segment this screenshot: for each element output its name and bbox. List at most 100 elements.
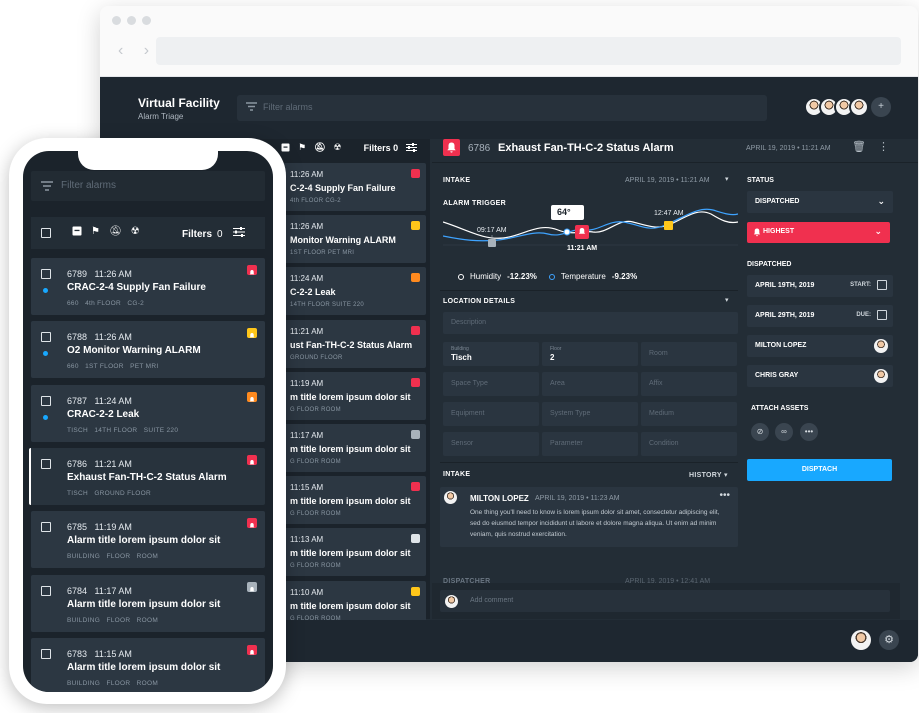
attach-file-icon[interactable]: ⊘: [751, 423, 769, 441]
alarm-checkbox[interactable]: [41, 395, 51, 406]
location-field[interactable]: Equipment: [443, 402, 539, 426]
chevron-down-icon[interactable]: ▾: [725, 175, 729, 183]
alarm-meta: 14TH FLOOR SUITE 220: [290, 302, 365, 309]
alarm-title: O2 Monitor Warning ALARM: [67, 345, 201, 357]
avatar[interactable]: [851, 630, 871, 650]
bell-off-icon[interactable]: 🔕︎: [314, 142, 325, 153]
dispatch-button[interactable]: DISPTACH: [747, 459, 892, 481]
bell-icon: [443, 139, 460, 156]
address-bar[interactable]: [156, 37, 901, 65]
hazard-icon[interactable]: ☢: [131, 226, 140, 237]
severity-badge: [247, 328, 257, 339]
location-field[interactable]: Affix: [641, 372, 737, 396]
list-item[interactable]: 11:13 AM m title lorem ipsum dolor sit G F…: [276, 528, 426, 577]
alarm-card[interactable]: 6784 11:17 AM Alarm title lorem ipsum dol…: [31, 574, 265, 632]
assignee-item[interactable]: CHRIS GRAY: [747, 365, 893, 387]
priority-select[interactable]: HIGHEST ⌄: [747, 222, 890, 243]
avatar[interactable]: [849, 97, 869, 117]
start-date-field[interactable]: APRIL 19TH, 2019 START:: [747, 275, 893, 297]
field-placeholder: Medium: [649, 410, 674, 417]
intake-section-label: INTAKE: [443, 471, 471, 478]
temperature-value: -9.23%: [611, 272, 638, 281]
location-field[interactable]: Building Tisch: [443, 342, 539, 366]
alarm-time: 11:21 AM: [290, 326, 324, 336]
add-user-icon[interactable]: +: [871, 97, 891, 117]
location-field[interactable]: Sensor: [443, 432, 539, 456]
location-field[interactable]: Room: [641, 342, 737, 366]
alarm-card[interactable]: 6783 11:15 AM Alarm title lorem ipsum dol…: [31, 637, 265, 692]
location-field[interactable]: Medium: [641, 402, 737, 426]
gear-icon[interactable]: ⚙: [879, 630, 899, 650]
alarm-meta-item: ROOM: [136, 679, 159, 687]
list-item[interactable]: 11:15 AM m title lorem ipsum dolor sit G F…: [276, 476, 426, 525]
bell-icon: [249, 649, 255, 655]
location-field[interactable]: Parameter: [542, 432, 638, 456]
sliders-icon[interactable]: [406, 143, 418, 152]
bell-icon: [249, 333, 255, 338]
add-comment-input[interactable]: Add comment: [440, 590, 890, 612]
location-field[interactable]: Space Type: [443, 372, 539, 396]
location-field[interactable]: System Type: [542, 402, 638, 426]
alarm-card[interactable]: 6787 11:24 AM CRAC-2-2 Leak TISCH 14TH FLO…: [31, 384, 265, 442]
trash-icon[interactable]: 🗑︎: [852, 140, 866, 153]
more-icon[interactable]: •••: [719, 490, 730, 501]
due-date-field[interactable]: APRIL 29TH, 2019 DUE:: [747, 305, 893, 327]
flag-icon[interactable]: ⚑: [298, 142, 306, 153]
dispatched-label: DISPATCHED: [747, 261, 792, 268]
chevron-down-icon[interactable]: ▾: [725, 296, 729, 304]
team-avatars[interactable]: +: [804, 97, 891, 117]
alarm-time: 11:19 AM: [290, 378, 324, 388]
alarm-meta: G FLOOR ROOM: [290, 459, 341, 465]
select-all-checkbox[interactable]: [41, 228, 51, 238]
alarm-time: 11:24 AM: [290, 274, 324, 284]
bell-off-icon[interactable]: 🔕︎: [109, 226, 122, 237]
alarm-card[interactable]: 6786 11:21 AM Exhaust Fan-TH-C-2 Status A…: [29, 447, 265, 505]
archive-icon[interactable]: [281, 143, 290, 152]
intake-date: APRIL 19, 2019 • 11:21 AM: [625, 177, 710, 184]
list-item[interactable]: 11:21 AM ust Fan-TH-C-2 Status Alarm GROUN…: [276, 319, 426, 368]
status-select[interactable]: DISPATCHED ⌄: [747, 191, 893, 213]
filters-button[interactable]: Filters 0: [364, 143, 399, 153]
list-item[interactable]: 11:26 AM C-2-4 Supply Fan Failure 4th FLOO…: [276, 163, 426, 211]
description-input[interactable]: Description: [443, 312, 738, 334]
mobile-search-input[interactable]: Filter alarms: [31, 171, 265, 201]
alarm-time: 11:10 AM: [290, 587, 324, 597]
alarm-meta-item: ROOM: [136, 616, 159, 624]
trend-lines: [442, 205, 739, 247]
mobile-list-toolbar: ⚑ 🔕︎ ☢ Filters 0: [31, 217, 265, 249]
more-icon[interactable]: •••: [800, 423, 818, 441]
filter-icon: [246, 102, 257, 111]
alarm-checkbox[interactable]: [41, 332, 51, 343]
search-input[interactable]: Filter alarms: [237, 95, 767, 121]
alarm-card[interactable]: 6788 11:26 AM O2 Monitor Warning ALARM 660…: [31, 321, 265, 379]
location-field[interactable]: Area: [542, 372, 638, 396]
alarm-meta-item: ROOM: [136, 553, 159, 561]
nav-arrows-icon[interactable]: ‹ ›: [118, 42, 157, 60]
alarm-checkbox[interactable]: [41, 269, 51, 279]
alarm-card[interactable]: 6785 11:19 AM Alarm title lorem ipsum dol…: [31, 511, 265, 569]
flag-icon[interactable]: ⚑: [91, 226, 100, 237]
alarm-checkbox[interactable]: [41, 648, 51, 659]
alarm-id-time: 6783 11:15 AM: [67, 648, 132, 659]
history-button[interactable]: HISTORY ▾: [689, 471, 728, 479]
list-item[interactable]: 11:26 AM Monitor Warning ALARM 1ST FLOOR P…: [276, 215, 426, 264]
humidity-legend-icon: [458, 273, 464, 280]
location-field[interactable]: Floor 2: [542, 342, 638, 366]
filters-button[interactable]: Filters 0: [182, 227, 246, 240]
alarm-meta-item: FLOOR: [106, 616, 131, 624]
alarm-card[interactable]: 6789 11:26 AM CRAC-2-4 Supply Fan Failure…: [31, 258, 265, 315]
list-item[interactable]: 11:24 AM C-2-2 Leak 14TH FLOOR SUITE 220: [276, 267, 426, 316]
alarm-checkbox[interactable]: [41, 522, 51, 533]
assignee-item[interactable]: MILTON LOPEZ: [747, 335, 893, 357]
alarm-checkbox[interactable]: [41, 458, 51, 469]
location-field[interactable]: Condition: [641, 432, 737, 456]
list-item[interactable]: 11:17 AM m title lorem ipsum dolor sit G F…: [276, 424, 426, 472]
archive-icon[interactable]: [72, 226, 82, 236]
alarm-checkbox[interactable]: [41, 585, 51, 596]
hazard-icon[interactable]: ☢: [334, 142, 342, 153]
more-icon[interactable]: ⋮: [878, 140, 889, 153]
data-point: [563, 228, 571, 236]
list-item[interactable]: 11:19 AM m title lorem ipsum dolor sit G F…: [276, 371, 426, 420]
link-icon[interactable]: ∞: [775, 423, 793, 441]
detail-actions: 🗑︎ ⋮: [852, 140, 889, 153]
